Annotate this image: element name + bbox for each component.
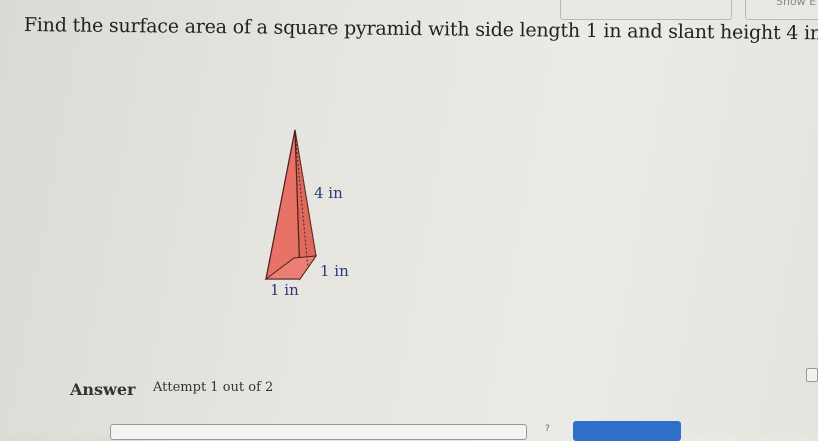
pyramid-front-face — [265, 129, 301, 280]
attempt-counter: Attempt 1 out of 2 — [153, 380, 274, 395]
answer-input[interactable] — [110, 424, 527, 440]
top-toolbar-box[interactable] — [560, 0, 732, 20]
help-icon[interactable]: ? — [545, 424, 550, 434]
slant-height-label: 4 in — [314, 184, 343, 202]
side-length-label-right: 1 in — [320, 262, 349, 280]
pyramid-figure: 4 in 1 in 1 in — [264, 129, 349, 298]
calculator-icon[interactable] — [806, 368, 818, 382]
submit-button[interactable] — [573, 421, 681, 441]
answer-label: Answer — [70, 380, 136, 399]
show-button[interactable]: Show E — [776, 0, 816, 8]
side-length-label-bottom: 1 in — [270, 281, 299, 298]
